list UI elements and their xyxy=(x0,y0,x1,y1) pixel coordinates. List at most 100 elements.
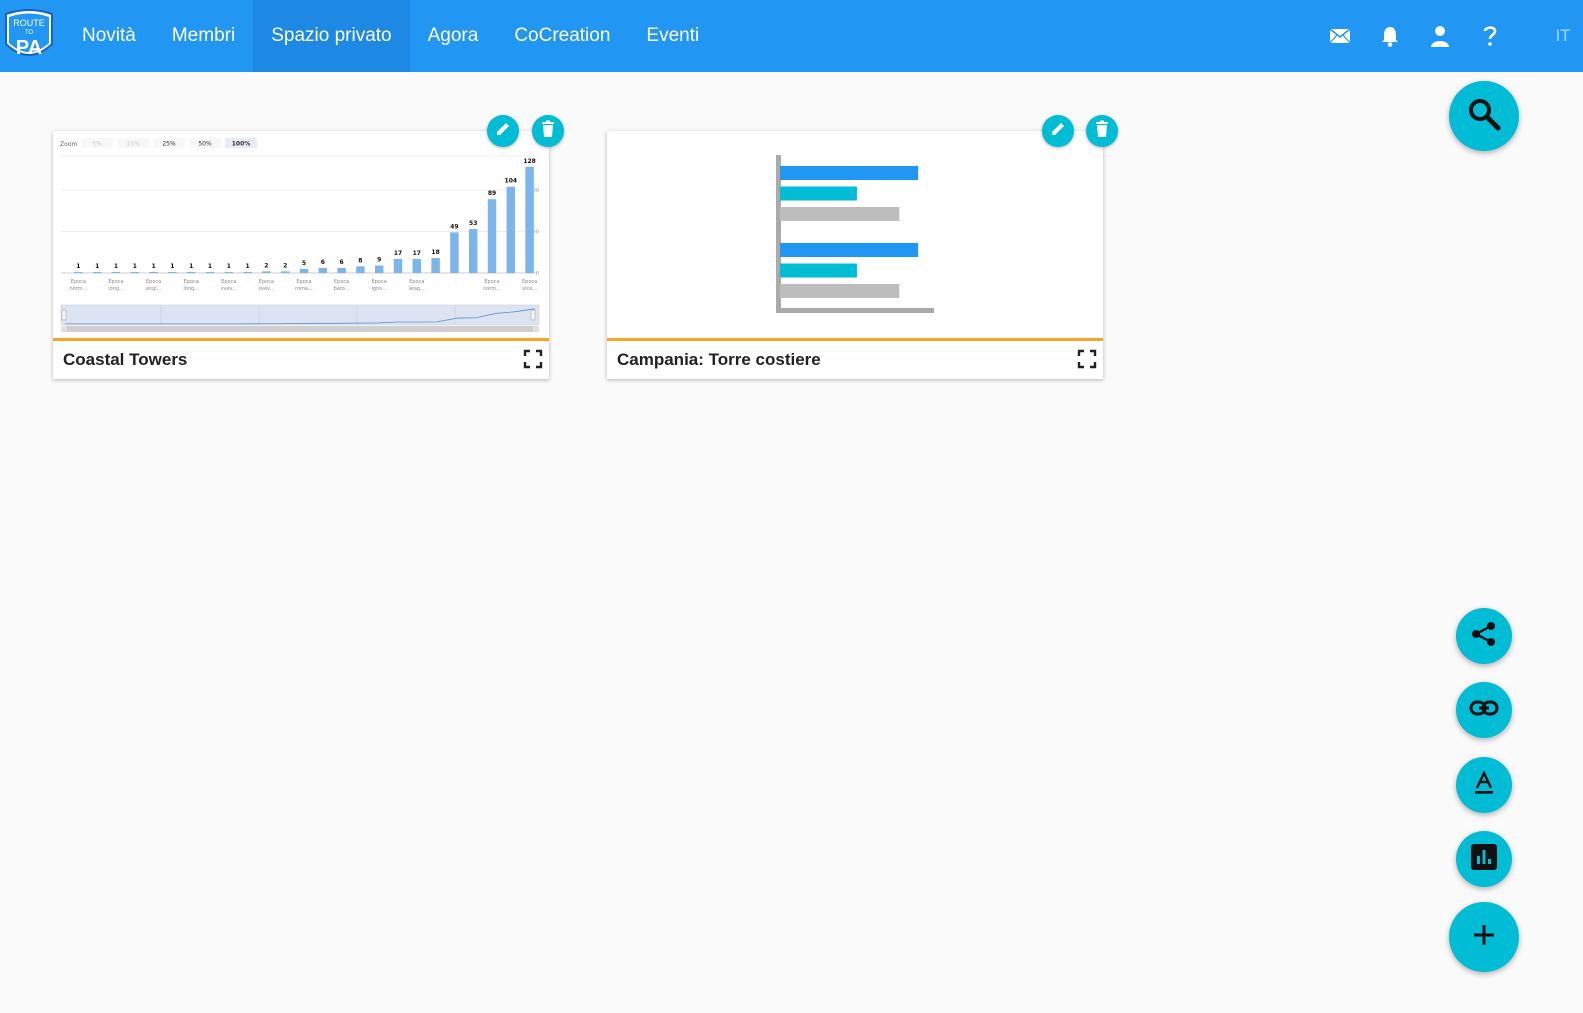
data-label: 49 xyxy=(450,223,458,230)
bar xyxy=(780,284,900,298)
bar xyxy=(74,272,83,273)
bar xyxy=(262,271,271,273)
add-button[interactable] xyxy=(1449,902,1519,972)
bar xyxy=(374,265,384,273)
bell-icon[interactable] xyxy=(1365,0,1415,72)
bar xyxy=(431,258,440,273)
bar xyxy=(356,266,365,273)
nav-item-novita[interactable]: Novità xyxy=(64,0,154,72)
nav-item-cocreation[interactable]: CoCreation xyxy=(496,0,628,72)
user-icon[interactable] xyxy=(1415,0,1465,72)
data-label: 17 xyxy=(394,250,402,257)
data-label: 1 xyxy=(208,263,212,270)
search-button[interactable] xyxy=(1449,81,1519,151)
nav-item-agora[interactable]: Agora xyxy=(410,0,497,72)
add-chart-button[interactable] xyxy=(1456,831,1512,887)
fullscreen-icon[interactable] xyxy=(523,349,543,369)
bar xyxy=(780,166,919,180)
svg-text:ROUTE: ROUTE xyxy=(13,18,45,28)
text-format-icon xyxy=(1473,769,1495,800)
data-label: 5 xyxy=(302,260,306,267)
data-label: 1 xyxy=(76,263,80,270)
delete-button[interactable] xyxy=(1086,115,1118,147)
nav-item-eventi[interactable]: Eventi xyxy=(628,0,717,72)
header-actions: IT xyxy=(1315,0,1583,72)
mail-icon[interactable] xyxy=(1315,0,1365,72)
nav-item-spazio-privato[interactable]: Spazio privato xyxy=(253,0,410,72)
bar xyxy=(780,263,857,278)
pencil-icon xyxy=(494,120,512,143)
data-label: 128 xyxy=(523,158,536,165)
data-label: 6 xyxy=(340,259,344,266)
route-to-pa-logo[interactable]: ROUTE TO PA xyxy=(2,8,56,64)
pencil-icon xyxy=(1049,120,1067,143)
delete-button[interactable] xyxy=(532,115,564,147)
x-tick-label: arag... xyxy=(409,286,426,292)
language-selector[interactable]: IT xyxy=(1543,26,1583,46)
trash-icon xyxy=(540,120,556,143)
text-format-button[interactable] xyxy=(1456,757,1512,813)
x-tick-label: baro... xyxy=(334,286,350,292)
help-icon[interactable] xyxy=(1465,0,1515,72)
trash-icon xyxy=(1094,120,1110,143)
data-label: 1 xyxy=(95,263,99,270)
x-tick-label: norm... xyxy=(69,286,87,292)
bar xyxy=(780,186,857,201)
chart-card-coastal-towers: Zoom 5% 15% 25% 50% 100% 100 50 0 1 1 1 1 1 1 1 1 1 1 2 2 5 6 6… xyxy=(53,131,549,379)
zoom-option: 50% xyxy=(198,141,212,148)
link-button[interactable] xyxy=(1456,682,1512,738)
zoom-option: 25% xyxy=(162,141,176,148)
chart-preview[interactable] xyxy=(607,131,1103,340)
bar xyxy=(299,268,309,273)
bar xyxy=(337,268,346,273)
card-footer: Coastal Towers xyxy=(53,338,549,379)
nav-item-membri[interactable]: Membri xyxy=(154,0,253,72)
x-tick-label: Epoca xyxy=(108,279,123,285)
chart-preview[interactable]: Zoom 5% 15% 25% 50% 100% 100 50 0 1 1 1 1 1 1 1 1 1 1 2 2 5 6 6… xyxy=(53,131,549,340)
scrollbar-thumb xyxy=(67,326,533,332)
chart-icon xyxy=(1471,843,1497,875)
x-tick-label: igno... xyxy=(371,286,387,292)
chart-card-campania-torre-costiere: Campania: Torre costiere xyxy=(607,131,1103,379)
main-nav: Novità Membri Spazio privato Agora CoCre… xyxy=(64,0,717,72)
x-tick-label: norm... xyxy=(483,286,501,292)
bar xyxy=(130,272,140,273)
x-tick-label: Epoca xyxy=(221,279,236,285)
y-tick-label: 0 xyxy=(536,271,539,277)
search-icon xyxy=(1467,97,1501,136)
data-label: 1 xyxy=(133,263,137,270)
bar xyxy=(506,186,516,273)
bar xyxy=(487,199,497,273)
data-label: 6 xyxy=(321,259,325,266)
data-label: 53 xyxy=(469,220,477,227)
bar xyxy=(186,272,196,273)
zoom-option: 15% xyxy=(126,141,140,148)
bar-chart: Zoom 5% 15% 25% 50% 100%1005001 1 1 1 1 1 1 1 1 1 2 2 5 6 6… xyxy=(60,138,540,332)
bar xyxy=(780,243,919,257)
edit-button[interactable] xyxy=(487,115,519,147)
link-icon xyxy=(1469,699,1499,722)
x-tick-label: long... xyxy=(183,286,199,292)
data-label: 89 xyxy=(488,190,496,197)
bar xyxy=(412,258,422,273)
share-button[interactable] xyxy=(1456,608,1512,664)
x-tick-label: Epoca xyxy=(296,279,311,285)
navigator-handle-left xyxy=(61,309,67,321)
x-tick-label: Epoca xyxy=(184,279,199,285)
data-label: 17 xyxy=(413,250,421,257)
data-label: 18 xyxy=(431,249,439,256)
x-tick-label: Epoca xyxy=(372,279,387,285)
top-navbar: ROUTE TO PA Novità Membri Spazio privato… xyxy=(0,0,1583,72)
data-label: 104 xyxy=(505,178,518,185)
bar xyxy=(318,268,328,273)
x-tick-label: svev... xyxy=(258,286,274,292)
svg-text:TO: TO xyxy=(25,30,34,36)
data-label: 1 xyxy=(114,263,118,270)
fullscreen-icon[interactable] xyxy=(1077,349,1097,369)
navigator xyxy=(60,304,540,326)
card-title: Coastal Towers xyxy=(63,350,188,369)
navigator-handle-right xyxy=(530,309,536,321)
bar xyxy=(205,272,215,273)
bar xyxy=(224,272,234,273)
edit-button[interactable] xyxy=(1042,115,1074,147)
